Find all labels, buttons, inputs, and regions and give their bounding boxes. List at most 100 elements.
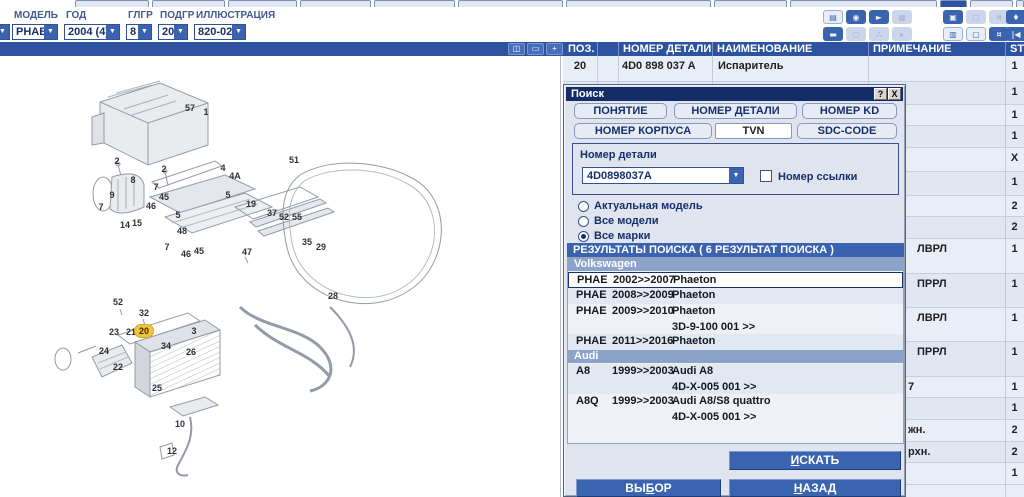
top-tab[interactable] (228, 0, 297, 7)
results-subrow[interactable]: 4D-X-005 001 >> (568, 380, 903, 394)
top-tab[interactable] (458, 0, 563, 7)
step-icon[interactable]: ▸ (892, 27, 912, 41)
filter-combo-3[interactable]: 20▼ (158, 24, 188, 40)
part-callout-9[interactable]: 9 (109, 190, 114, 200)
top-tab[interactable] (300, 0, 371, 7)
elsa-monitor-icon[interactable]: ▣ (943, 10, 963, 24)
part-callout-25[interactable]: 25 (152, 383, 162, 393)
search-tab-понятие[interactable]: ПОНЯТИЕ (574, 103, 667, 119)
part-callout-10[interactable]: 10 (175, 419, 185, 429)
scope-radio[interactable] (578, 231, 589, 242)
filter-combo-1[interactable]: 2004 (4)▼ (64, 24, 120, 40)
split-view-icon[interactable]: ◫ (508, 43, 525, 55)
results-row[interactable]: A8Q1999>>2003Audi A8/S8 quattro (568, 394, 903, 410)
dialog-help-button[interactable]: ? (874, 88, 887, 100)
scope-radio[interactable] (578, 216, 589, 227)
top-tab[interactable] (152, 0, 225, 7)
part-callout-52[interactable]: 52 (113, 297, 123, 307)
part-callout-26[interactable]: 26 (186, 347, 196, 357)
results-row[interactable]: PHAE2002>>2007Phaeton (568, 272, 903, 288)
back-button[interactable]: НАЗАД (729, 479, 901, 497)
combo-dropdown-icon[interactable]: ▼ (44, 25, 57, 39)
part-callout-4[interactable]: 4 (220, 163, 225, 173)
dialog-close-button[interactable]: X (888, 88, 901, 100)
top-tab[interactable] (1016, 0, 1024, 7)
part-callout-2[interactable]: 2 (114, 156, 119, 166)
part-callout-15[interactable]: 15 (132, 218, 142, 228)
results-subrow[interactable]: 4D-X-005 001 >> (568, 410, 903, 424)
results-subrow[interactable]: 3D-9-100 001 >> (568, 320, 903, 334)
part-callout-32[interactable]: 32 (139, 308, 149, 318)
vb-screen-icon[interactable]: ▥ (943, 27, 963, 41)
filter-combo-2[interactable]: 8▼ (126, 24, 152, 40)
web-search-icon[interactable]: ◉ (846, 10, 866, 24)
part-callout-7[interactable]: 7 (153, 182, 158, 192)
part-callout-51[interactable]: 51 (289, 155, 299, 165)
reference-number-checkbox[interactable] (760, 170, 772, 182)
part-callout-8[interactable]: 8 (130, 175, 135, 185)
keyboard-icon[interactable]: ▬ (823, 27, 843, 41)
top-tab[interactable] (566, 0, 711, 7)
part-callout-46[interactable]: 46 (181, 249, 191, 259)
combo-dropdown-icon[interactable]: ▼ (138, 25, 151, 39)
stats-icon[interactable]: ∴ (869, 27, 889, 41)
part-callout-29[interactable]: 29 (316, 242, 326, 252)
part-callout-14[interactable]: 14 (120, 220, 130, 230)
top-tab[interactable] (374, 0, 455, 7)
send-icon[interactable]: ► (869, 10, 889, 24)
part-callout-12[interactable]: 12 (167, 446, 177, 456)
top-tab[interactable] (790, 0, 937, 7)
part-callout-48[interactable]: 48 (177, 226, 187, 236)
search-tab-sdc-code[interactable]: SDC-CODE (797, 123, 897, 139)
top-tab[interactable] (75, 0, 149, 7)
combo-dropdown-icon[interactable]: ▼ (106, 25, 119, 39)
scope-radio[interactable] (578, 201, 589, 212)
part-callout-5[interactable]: 5 (225, 190, 230, 200)
part-callout-47[interactable]: 47 (242, 247, 252, 257)
combo-dropdown-icon[interactable]: ▼ (729, 168, 743, 183)
film-icon[interactable]: ▦ (892, 10, 912, 24)
results-row[interactable]: PHAE2008>>2009Phaeton (568, 288, 903, 304)
search-tab-tvn[interactable]: TVN (715, 123, 792, 139)
copy-doc-icon[interactable]: ▢ (966, 27, 986, 41)
part-callout-45[interactable]: 45 (194, 246, 204, 256)
part-callout-52[interactable]: 52 (279, 212, 289, 222)
top-tab[interactable] (970, 0, 1013, 7)
part-callout-7[interactable]: 7 (98, 202, 103, 212)
top-tab[interactable] (940, 0, 967, 7)
part-callout-5[interactable]: 5 (175, 210, 180, 220)
part-callout-1[interactable]: 1 (203, 107, 208, 117)
search-tab-номер-kd[interactable]: НОМЕР KD (802, 103, 897, 119)
print-icon[interactable]: ▤ (823, 10, 843, 24)
filter-combo-4[interactable]: 820-020▼ (194, 24, 246, 40)
key-icon[interactable]: ○ (846, 27, 866, 41)
part-callout-19[interactable]: 19 (246, 199, 256, 209)
fit-icon[interactable]: + (546, 43, 563, 55)
filter-combo-0[interactable]: PHAE▼ (12, 24, 58, 40)
part-number-combo[interactable]: 4D0898037A ▼ (582, 167, 744, 184)
compare-monitor-icon[interactable]: ▢ (966, 10, 986, 24)
combo-dropdown-icon[interactable]: ▼ (232, 25, 245, 39)
pin-icon[interactable]: ♦ (1006, 10, 1024, 24)
first-page-icon[interactable]: |◀ (1006, 27, 1024, 41)
part-callout-34[interactable]: 34 (161, 341, 171, 351)
part-callout-57[interactable]: 57 (185, 103, 195, 113)
combo-dropdown-icon[interactable]: ▼ (174, 25, 187, 39)
part-callout-2[interactable]: 2 (161, 164, 166, 174)
results-row[interactable]: A81999>>2003Audi A8 (568, 364, 903, 380)
top-tab[interactable] (714, 0, 787, 7)
part-callout-22[interactable]: 22 (113, 362, 123, 372)
part-callout-7[interactable]: 7 (164, 242, 169, 252)
part-callout-4A[interactable]: 4A (229, 171, 241, 181)
results-row[interactable]: PHAE2009>>2010Phaeton (568, 304, 903, 320)
search-tab-номер-детали[interactable]: НОМЕР ДЕТАЛИ (674, 103, 797, 119)
cropped-combo[interactable]: ▼ (0, 24, 10, 40)
part-callout-3[interactable]: 3 (191, 326, 196, 336)
select-button[interactable]: ВЫБОР (576, 479, 721, 497)
part-callout-35[interactable]: 35 (302, 237, 312, 247)
highlighted-part-callout-20[interactable]: 20 (134, 324, 154, 338)
part-callout-23[interactable]: 23 (109, 327, 119, 337)
search-button[interactable]: ИСКАТЬ (729, 451, 901, 470)
results-row[interactable]: PHAE2011>>2016Phaeton (568, 334, 903, 350)
window-icon[interactable]: ▭ (527, 43, 544, 55)
